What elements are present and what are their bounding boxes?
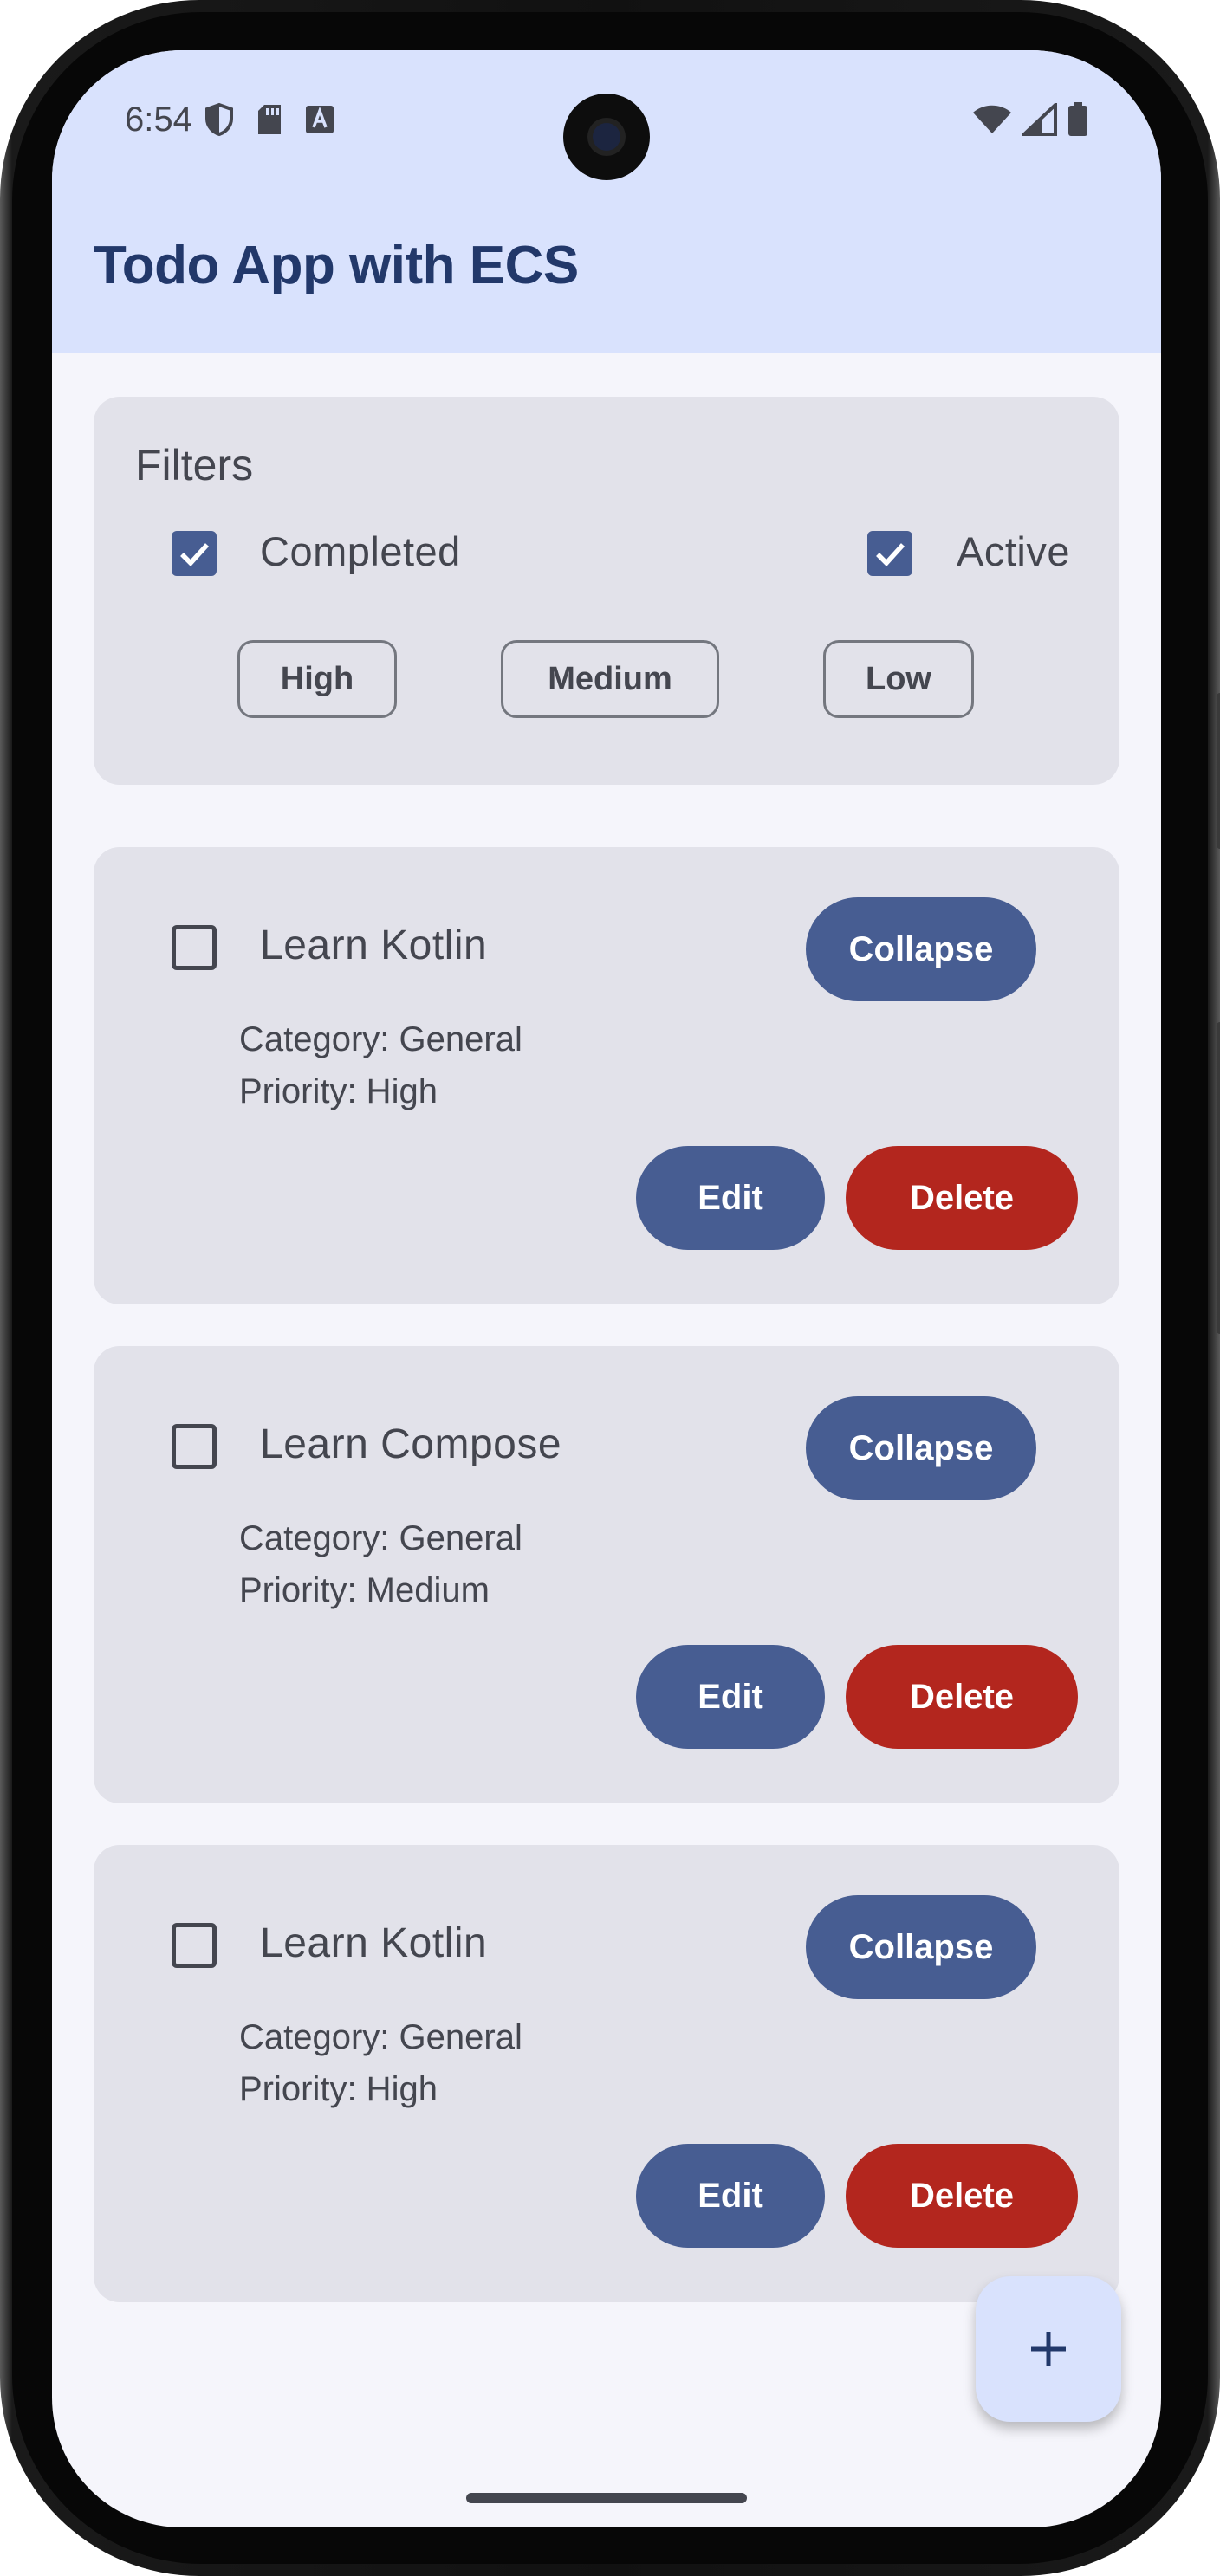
priority-chip-medium[interactable]: Medium — [501, 640, 719, 718]
home-indicator[interactable] — [466, 2493, 747, 2503]
edit-button[interactable]: Edit — [636, 1645, 825, 1749]
app-title: Todo App with ECS — [94, 236, 579, 295]
top-app-bar: 6:54 Todo App with ECS — [52, 50, 1161, 353]
collapse-button[interactable]: Collapse — [806, 1396, 1036, 1500]
shield-icon — [204, 102, 234, 141]
todo-card: Learn Kotlin Collapse Category: General … — [94, 1845, 1119, 2302]
todo-title: Learn Compose — [260, 1421, 562, 1467]
todo-category: Category: General — [239, 1519, 522, 1557]
phone-frame: 6:54 Todo App with ECS Filters Completed… — [0, 0, 1220, 2576]
signal-icon — [1019, 100, 1057, 140]
status-icons-left — [204, 102, 334, 141]
delete-button[interactable]: Delete — [846, 2144, 1078, 2248]
add-todo-fab[interactable] — [976, 2276, 1121, 2422]
volume-button — [1217, 693, 1220, 849]
filters-title: Filters — [135, 441, 254, 489]
todo-title: Learn Kotlin — [260, 922, 488, 968]
todo-priority: Priority: Medium — [239, 1571, 490, 1609]
wifi-icon — [972, 104, 1012, 139]
todo-card: Learn Kotlin Collapse Category: General … — [94, 847, 1119, 1304]
checkmark-icon — [876, 543, 905, 566]
todo-category: Category: General — [239, 1020, 522, 1058]
priority-chip-low[interactable]: Low — [823, 640, 974, 718]
todo-complete-checkbox[interactable] — [172, 925, 217, 970]
front-camera — [563, 94, 650, 180]
font-a-icon — [305, 105, 334, 139]
active-filter-label: Active — [957, 528, 1070, 574]
screen: 6:54 Todo App with ECS Filters Completed… — [52, 50, 1161, 2527]
todo-card: Learn Compose Collapse Category: General… — [94, 1346, 1119, 1803]
completed-filter-label: Completed — [260, 528, 461, 574]
edit-button[interactable]: Edit — [636, 1146, 825, 1250]
priority-chip-high[interactable]: High — [237, 640, 397, 718]
battery-icon — [1068, 102, 1088, 141]
todo-priority: Priority: High — [239, 2070, 438, 2108]
collapse-button[interactable]: Collapse — [806, 1895, 1036, 1999]
delete-button[interactable]: Delete — [846, 1146, 1078, 1250]
checkmark-icon — [180, 543, 210, 566]
todo-complete-checkbox[interactable] — [172, 1424, 217, 1469]
delete-button[interactable]: Delete — [846, 1645, 1078, 1749]
filters-card: Filters Completed Active High Medium Low — [94, 397, 1119, 785]
status-icons-right — [972, 100, 1088, 141]
active-filter-checkbox[interactable] — [867, 531, 912, 576]
todo-complete-checkbox[interactable] — [172, 1923, 217, 1968]
edit-button[interactable]: Edit — [636, 2144, 825, 2248]
completed-filter-checkbox[interactable] — [172, 531, 217, 576]
power-button — [1217, 1022, 1220, 1334]
plus-icon — [1031, 2332, 1066, 2366]
status-time: 6:54 — [125, 100, 192, 139]
collapse-button[interactable]: Collapse — [806, 897, 1036, 1001]
todo-title: Learn Kotlin — [260, 1920, 488, 1966]
todo-priority: Priority: High — [239, 1072, 438, 1110]
todo-category: Category: General — [239, 2018, 522, 2056]
sd-card-icon — [256, 103, 282, 140]
